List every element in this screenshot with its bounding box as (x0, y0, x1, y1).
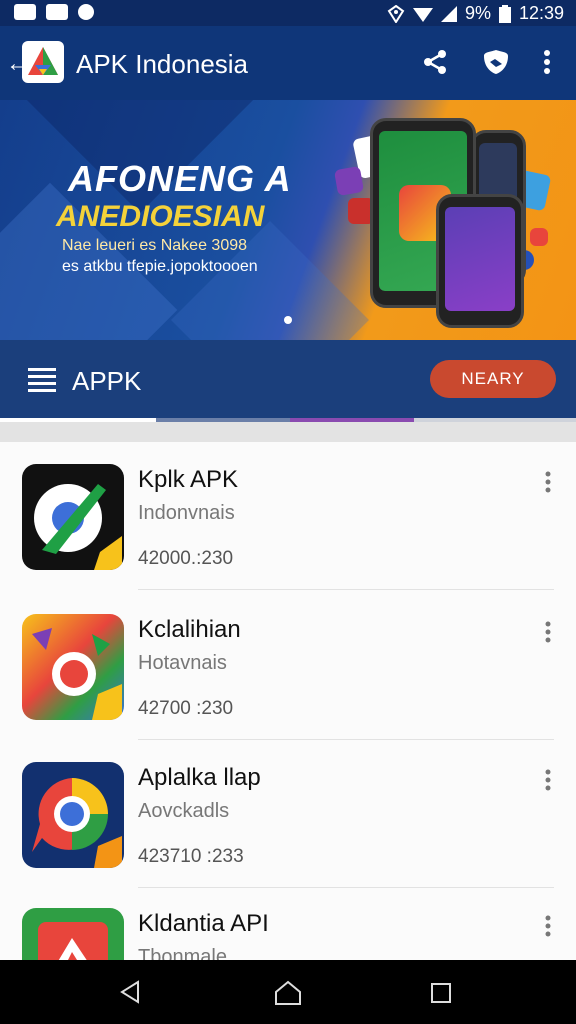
app-name: Kplk APK (138, 466, 239, 493)
more-icon[interactable] (536, 48, 558, 76)
image-icon (14, 4, 36, 20)
banner-headline: AFONENG A (68, 158, 292, 199)
app-subtitle: Aovckadls (138, 800, 230, 822)
app-icon (22, 762, 124, 868)
list-item[interactable]: Kplk APK Indonvnais 42000.:230 (0, 442, 576, 590)
app-icon (22, 614, 124, 720)
promo-banner[interactable]: AFONENG A ANEDIOESIAN Nae leueri es Nake… (0, 100, 576, 340)
list-item[interactable]: Kldantia API Tbonmale (0, 886, 576, 960)
menu-icon[interactable] (28, 366, 56, 392)
list-item[interactable]: Kclalihian Hotavnais 42700 :230 (0, 592, 576, 740)
location-icon (387, 4, 405, 23)
list-spacer (0, 422, 576, 442)
app-logo (22, 41, 64, 83)
app-meta: 42000.:230 (138, 548, 234, 569)
item-more-icon[interactable] (540, 768, 556, 792)
app-list: Kplk APK Indonvnais 42000.:230 Kclalihia… (0, 442, 576, 960)
banner-subheadline: ANEDIOESIAN (56, 200, 265, 233)
banner-tagline-2: es atkbu tfepie.jopoktoooen (62, 258, 258, 275)
app-subtitle: Hotavnais (138, 652, 227, 674)
list-item[interactable]: Aplalka llap Aovckadls 423710 :233 (0, 740, 576, 888)
sd-card-icon (46, 4, 68, 20)
section-bar: APPK NEARY (0, 340, 576, 420)
share-icon[interactable] (422, 49, 448, 75)
app-subtitle: Indonvnais (138, 502, 235, 524)
app-name: Kclalihian (138, 616, 241, 643)
item-more-icon[interactable] (540, 620, 556, 644)
banner-tagline-1: Nae leueri es Nakee 3098 (62, 237, 248, 254)
app-name: Kldantia API (138, 910, 269, 937)
section-title: APPK (72, 366, 142, 396)
notification-icon (78, 4, 94, 20)
system-status: 9% 12:39 (387, 3, 564, 24)
status-bar: 9% 12:39 (0, 0, 576, 26)
app-subtitle: Tbonmale (138, 946, 227, 960)
shield-icon[interactable] (482, 48, 510, 76)
item-more-icon[interactable] (540, 914, 556, 938)
floating-app-card-icon (333, 165, 365, 197)
carousel-indicator[interactable] (284, 316, 292, 324)
nearby-button[interactable]: NEARY (430, 360, 556, 398)
item-more-icon[interactable] (540, 470, 556, 494)
nav-home-icon[interactable] (274, 980, 302, 1006)
phone-mockup (436, 194, 524, 328)
nav-back-icon[interactable] (118, 980, 142, 1004)
notification-icons (14, 4, 94, 20)
floating-app-card-icon (530, 228, 548, 246)
battery-icon (498, 4, 511, 23)
app-name: Aplalka llap (138, 764, 261, 791)
nav-recents-icon[interactable] (430, 982, 452, 1004)
app-meta: 42700 :230 (138, 698, 234, 719)
app-meta: 423710 :233 (138, 846, 244, 867)
divider (138, 589, 554, 590)
signal-icon (440, 5, 457, 22)
app-title: APK Indonesia (76, 49, 249, 79)
system-nav-bar (0, 960, 576, 1024)
clock: 12:39 (518, 3, 564, 23)
battery-percent: 9% (464, 3, 491, 23)
app-bar: ← APK Indonesia (0, 26, 576, 100)
app-icon (22, 908, 124, 960)
wifi-icon (412, 7, 433, 22)
apk-logo-icon (28, 47, 58, 75)
app-icon (22, 464, 124, 570)
